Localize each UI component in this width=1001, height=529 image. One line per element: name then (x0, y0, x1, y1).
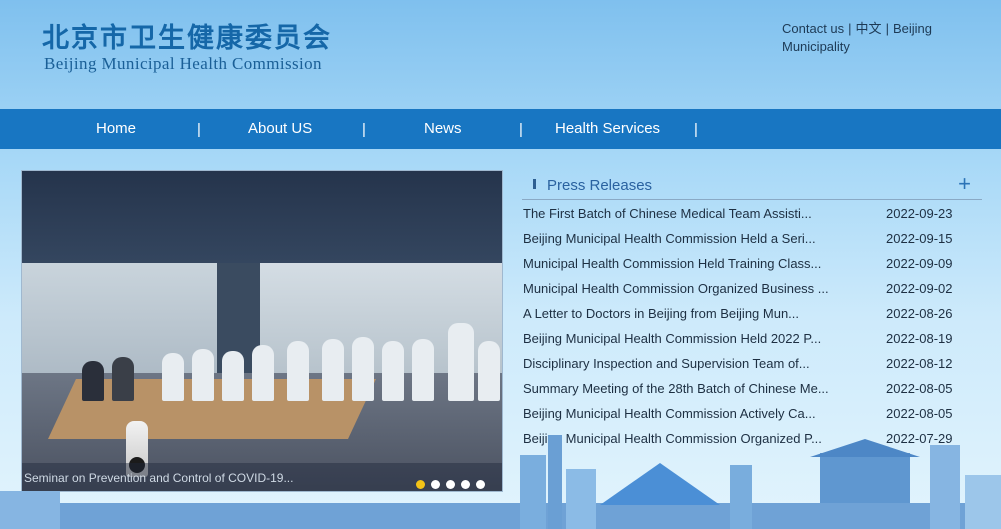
skyline-tiananmen (820, 453, 910, 503)
slide-photo-person (448, 323, 474, 401)
nav-about-us[interactable]: About US (248, 109, 312, 149)
nav-separator: | (197, 121, 201, 138)
list-item[interactable]: Beijing Municipal Health Commission Acti… (522, 406, 982, 426)
slide-photo-person (252, 345, 274, 401)
logo-english[interactable]: Beijing Municipal Health Commission (44, 54, 322, 74)
nav-separator: | (362, 121, 366, 138)
list-item[interactable]: Municipal Health Commission Organized Bu… (522, 281, 982, 301)
plus-icon[interactable]: + (958, 172, 971, 196)
press-item-title[interactable]: Beijing Municipal Health Commission Held… (523, 331, 863, 346)
list-item[interactable]: Municipal Health Commission Held Trainin… (522, 256, 982, 276)
press-item-title[interactable]: Beijing Municipal Health Commission Held… (523, 231, 863, 246)
slide-photo-person (82, 361, 104, 401)
slide-photo-person (192, 349, 214, 401)
list-item[interactable]: Beijing Municipal Health Commission Held… (522, 331, 982, 351)
list-item[interactable]: Disciplinary Inspection and Supervision … (522, 356, 982, 376)
nav-home[interactable]: Home (96, 109, 136, 149)
press-item-date: 2022-08-12 (886, 356, 953, 371)
press-item-title[interactable]: Municipal Health Commission Organized Bu… (523, 281, 863, 296)
slide-photo-person (222, 351, 244, 401)
slide-photo-person (412, 339, 434, 401)
slide-photo-person (112, 357, 134, 401)
list-item[interactable]: Summary Meeting of the 28th Batch of Chi… (522, 381, 982, 401)
press-item-title[interactable]: Municipal Health Commission Held Trainin… (523, 256, 863, 271)
skyline-tiananmen-roof (810, 439, 920, 457)
skyline-building (730, 465, 752, 529)
skyline-building (965, 475, 1001, 529)
nav-health-services[interactable]: Health Services (555, 109, 660, 149)
nav-news[interactable]: News (424, 109, 462, 149)
skyline-building (520, 455, 546, 529)
skyline-building (0, 491, 60, 529)
skyline-building (566, 469, 596, 529)
press-item-title[interactable]: Disciplinary Inspection and Supervision … (523, 356, 863, 371)
city-skyline-illustration (0, 435, 1001, 529)
press-item-date: 2022-09-15 (886, 231, 953, 246)
slide-photo-ceiling (22, 171, 502, 263)
link-separator: | (885, 21, 889, 36)
section-marker (533, 179, 536, 189)
press-item-date: 2022-08-26 (886, 306, 953, 321)
skyline-building (930, 445, 960, 529)
press-item-title[interactable]: A Letter to Doctors in Beijing from Beij… (523, 306, 863, 321)
top-links: Contact us | 中文 | Beijing Municipality (782, 20, 982, 56)
press-releases-panel: Press Releases + The First Batch of Chin… (522, 170, 982, 446)
chinese-language-link[interactable]: 中文 (856, 21, 882, 36)
list-item[interactable]: The First Batch of Chinese Medical Team … (522, 206, 982, 226)
slide-photo-person (162, 353, 184, 401)
slide-photo-person (478, 341, 500, 401)
list-item[interactable]: Beijing Municipal Health Commission Held… (522, 231, 982, 251)
skyline-water-cube (600, 463, 720, 505)
press-item-title[interactable]: The First Batch of Chinese Medical Team … (523, 206, 863, 221)
press-releases-header: Press Releases + (522, 170, 982, 200)
slide-photo-person (382, 341, 404, 401)
skyline-building (548, 435, 562, 529)
press-item-date: 2022-09-09 (886, 256, 953, 271)
nav-separator: | (694, 121, 698, 138)
slide-photo-people (82, 321, 502, 401)
slide-photo-person (322, 339, 344, 401)
press-item-title[interactable]: Summary Meeting of the 28th Batch of Chi… (523, 381, 863, 396)
logo-chinese[interactable]: 北京市卫生健康委员会 (42, 16, 332, 55)
site-header: 北京市卫生健康委员会 Beijing Municipal Health Comm… (0, 0, 1001, 108)
contact-us-link[interactable]: Contact us (782, 21, 844, 36)
list-item[interactable]: A Letter to Doctors in Beijing from Beij… (522, 306, 982, 326)
main-nav: Home | About US | News | Health Services… (0, 109, 1001, 149)
skyline-base (0, 503, 1001, 529)
slide-photo-person (352, 337, 374, 401)
nav-separator: | (519, 121, 523, 138)
press-item-title[interactable]: Beijing Municipal Health Commission Acti… (523, 406, 863, 421)
press-releases-title[interactable]: Press Releases (547, 177, 652, 194)
link-separator: | (848, 21, 852, 36)
press-item-date: 2022-08-05 (886, 406, 953, 421)
press-item-date: 2022-09-23 (886, 206, 953, 221)
press-item-date: 2022-08-19 (886, 331, 953, 346)
press-item-date: 2022-09-02 (886, 281, 953, 296)
press-item-date: 2022-08-05 (886, 381, 953, 396)
slide-photo-person (287, 341, 309, 401)
